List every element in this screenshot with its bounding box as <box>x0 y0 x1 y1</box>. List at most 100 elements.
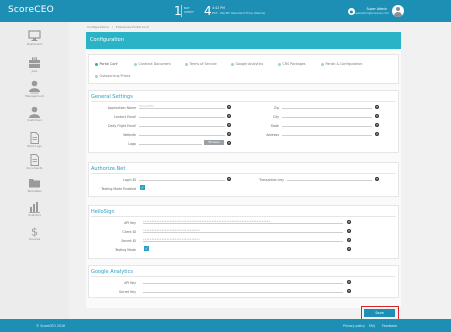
privacy-policy-link[interactable]: Privacy policy <box>343 324 365 328</box>
tab-outsourcing-prices[interactable]: Outsourcing Prices <box>95 74 130 78</box>
help-icon[interactable]: ? <box>227 141 231 145</box>
section-title: Google Analytics <box>91 269 133 275</box>
help-icon[interactable]: ? <box>347 238 351 242</box>
section-title: General Settings <box>91 94 133 100</box>
configuration-panel: Configuration Portal Conf Contract Docum… <box>86 32 401 321</box>
client-id-label: Client ID <box>122 230 136 234</box>
faq-link[interactable]: FAQ <box>369 324 375 328</box>
copyright: © ScoreCEO 2016 <box>36 324 66 328</box>
authorize-net-section: Authorize.Net Login ID ? Transaction key… <box>88 162 399 197</box>
breadcrumb-separator: / <box>111 25 113 29</box>
website-label: Website <box>123 133 136 137</box>
testing-mode-label: Testing Mode <box>115 248 136 252</box>
browse-button[interactable]: Browse <box>204 140 224 145</box>
transaction-key-field[interactable] <box>287 176 372 181</box>
daily-flight-email-field[interactable] <box>139 122 225 127</box>
help-icon[interactable]: ? <box>375 114 379 118</box>
footer: © ScoreCEO 2016 Privacy policy FAQ Feedb… <box>0 319 451 332</box>
folder-icon <box>29 179 40 188</box>
document-icon <box>30 132 39 144</box>
app-brand[interactable]: ScoreCEO <box>8 5 54 15</box>
help-icon[interactable]: ? <box>375 123 379 127</box>
help-icon[interactable]: ? <box>375 105 379 109</box>
current-time: 4:42 PM <box>212 6 225 10</box>
zip-label: Zip <box>273 106 279 110</box>
hellosign-section: HelloSign API Key ••••••••••••••••••••••… <box>88 205 399 259</box>
sidebar-item-customers[interactable]: Customers <box>0 106 69 126</box>
breadcrumb: Configurations / Enterprise Portal Conf <box>87 25 151 29</box>
sidebar-item-templates[interactable]: Templates <box>0 177 69 197</box>
help-icon[interactable]: ? <box>227 132 231 136</box>
help-icon[interactable]: ? <box>375 132 379 136</box>
app-name-field[interactable]: ScoreCEO <box>139 104 225 109</box>
testing-mode-enabled-label: Testing Mode Enabled <box>101 187 136 191</box>
sidebar-item-dashboard[interactable]: Dashboard <box>0 30 69 50</box>
website-field[interactable] <box>139 131 225 136</box>
briefcase-icon <box>29 57 40 68</box>
timezone-number: 4 <box>204 4 212 18</box>
breadcrumb-item[interactable]: Configurations <box>87 25 109 29</box>
help-icon[interactable]: ? <box>227 114 231 118</box>
top-bar: ScoreCEO 1 BAT SHEET 4 4:42 PM PST - Pac… <box>0 0 451 22</box>
zip-field[interactable] <box>282 104 372 109</box>
help-icon[interactable]: ? <box>227 123 231 127</box>
app-name-label: Application Name <box>107 106 136 110</box>
sidebar-item-work-logs[interactable]: Work Logs <box>0 132 69 152</box>
daily-flight-email-label: Daily Flight Email <box>108 124 136 128</box>
state-label: State <box>270 124 279 128</box>
help-icon[interactable]: ? <box>227 105 231 109</box>
login-id-label: Login ID <box>122 178 136 182</box>
tab-google-analytics[interactable]: Google Analytics <box>231 62 263 66</box>
tab-parish-configuration[interactable]: Parish & Configuration <box>321 62 362 66</box>
login-id-field[interactable] <box>139 176 225 181</box>
save-button[interactable]: Save <box>364 309 395 317</box>
sidebar-item-documents[interactable]: Documents <box>0 154 69 174</box>
tab-contract-document[interactable]: Contract Document <box>134 62 171 66</box>
section-title: HelloSign <box>91 209 115 215</box>
help-icon[interactable]: ? <box>347 220 351 224</box>
google-api-key-label: API Key <box>124 281 136 285</box>
city-field[interactable] <box>282 113 372 118</box>
section-title: Authorize.Net <box>91 166 126 172</box>
address-field[interactable] <box>282 131 372 136</box>
help-icon[interactable]: ? <box>375 177 379 181</box>
sidebar-item-analytics[interactable]: Analytics <box>0 201 69 221</box>
testing-mode-checkbox[interactable]: ✓ <box>140 185 145 190</box>
user-name[interactable]: Super Admin <box>364 7 387 11</box>
timezone-name: PST - Pacific Standard Time (Sierra) <box>212 11 266 15</box>
tab-terms-of-service[interactable]: Terms of Service <box>185 62 217 66</box>
secret-id-label: Secret ID <box>121 239 136 243</box>
state-field[interactable] <box>282 122 372 127</box>
divider <box>181 5 182 17</box>
bar-chart-icon <box>29 202 40 213</box>
monitor-icon <box>28 30 41 41</box>
help-icon[interactable]: ? <box>347 280 351 284</box>
sidebar-item-jobs[interactable]: Jobs <box>0 57 69 77</box>
sidebar-item-client-management[interactable]: Client Management <box>0 80 69 100</box>
google-analytics-section: Google Analytics API Key ? Secret Key ? <box>88 265 399 298</box>
google-secret-key-field[interactable] <box>143 288 343 293</box>
address-label: Address <box>266 133 279 137</box>
user-avatar-icon[interactable] <box>392 5 404 17</box>
feedback-link[interactable]: Feedback <box>382 324 397 328</box>
google-api-key-field[interactable] <box>143 279 343 284</box>
svg-text:$: $ <box>31 226 38 238</box>
person-icon <box>29 106 40 118</box>
help-icon[interactable]: ? <box>227 177 231 181</box>
client-id-field[interactable]: •••••••••••••••••••••••••••••••••• <box>143 228 343 233</box>
tab-portal-conf[interactable]: Portal Conf <box>95 62 118 66</box>
sidebar-item-invoices[interactable]: $ Invoices <box>0 225 69 245</box>
secret-id-field[interactable]: •••••••••••••••••••••••••••••••••• <box>143 237 343 242</box>
contact-email-field[interactable] <box>139 113 225 118</box>
help-icon[interactable]: ? <box>347 229 351 233</box>
logo-field[interactable] <box>139 140 202 145</box>
help-icon[interactable]: ? <box>347 289 351 293</box>
tab-crs-packages[interactable]: CRS Packages <box>278 62 306 66</box>
testing-mode-checkbox[interactable]: ✓ <box>144 246 149 251</box>
help-icon[interactable]: ? <box>347 247 351 251</box>
document-icon <box>30 154 39 166</box>
transaction-key-label: Transaction key <box>259 178 284 182</box>
sidebar: Dashboard Jobs Client Management Customer… <box>0 22 69 319</box>
api-key-label: API Key <box>124 221 136 225</box>
api-key-field[interactable]: ••••••••••••••••••••••••••••••••••••••••… <box>143 219 343 224</box>
